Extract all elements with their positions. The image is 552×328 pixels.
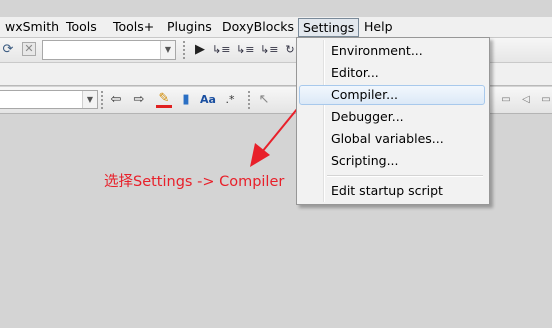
menu-item-environment[interactable]: Environment...: [299, 41, 485, 61]
menu-item-label: Editor...: [331, 65, 379, 80]
menu-plugins[interactable]: Plugins: [167, 19, 212, 34]
menu-separator: [327, 175, 483, 177]
menu-wxsmith[interactable]: wxSmith: [5, 19, 59, 34]
menu-bar: wxSmith Tools Tools+ Plugins DoxyBlocks …: [0, 17, 552, 38]
menu-item-global-variables[interactable]: Global variables...: [299, 129, 485, 149]
cursor-icon[interactable]: ↖: [256, 92, 272, 108]
panel-collapse-icon[interactable]: ◁: [518, 92, 534, 108]
menu-item-label: Compiler...: [331, 87, 399, 102]
run-icon[interactable]: ▶: [192, 42, 208, 58]
arrow-right-icon[interactable]: ⇨: [131, 92, 147, 108]
build-target-combo[interactable]: ▼: [42, 40, 176, 60]
menu-settings[interactable]: Settings: [298, 18, 360, 37]
match-case-icon[interactable]: Aa: [199, 92, 217, 108]
toolbar-grip[interactable]: [101, 91, 106, 109]
highlight-icon[interactable]: ✎: [156, 91, 172, 108]
debug-step-icon[interactable]: ↳≡: [212, 42, 230, 58]
menu-item-edit-startup-script[interactable]: Edit startup script: [299, 181, 485, 201]
menu-doxyblocks[interactable]: DoxyBlocks: [222, 19, 294, 34]
stop-icon[interactable]: ✕: [22, 42, 36, 56]
chevron-down-icon[interactable]: ▼: [160, 41, 175, 59]
regex-icon[interactable]: .*: [222, 92, 238, 108]
panel-icon[interactable]: ▭: [498, 92, 514, 108]
chevron-down-icon[interactable]: ▼: [82, 91, 97, 108]
menu-item-label: Environment...: [331, 43, 423, 58]
menu-item-editor[interactable]: Editor...: [299, 63, 485, 83]
refresh-icon[interactable]: ⟳: [0, 42, 16, 58]
menu-item-debugger[interactable]: Debugger...: [299, 107, 485, 127]
panel-more-icon[interactable]: ▭: [538, 92, 552, 108]
menu-tools[interactable]: Tools: [66, 19, 97, 34]
arrow-left-icon[interactable]: ⇦: [108, 92, 124, 108]
settings-menu: Environment... Editor... Compiler... Deb…: [296, 37, 490, 205]
menu-item-label: Edit startup script: [331, 183, 443, 198]
menu-item-compiler[interactable]: Compiler...: [299, 85, 485, 105]
search-combo[interactable]: ▼: [0, 90, 98, 109]
bookmark-icon[interactable]: ▮: [178, 92, 194, 108]
menu-tools-plus[interactable]: Tools+: [113, 19, 154, 34]
menu-item-label: Scripting...: [331, 153, 399, 168]
menu-help[interactable]: Help: [364, 19, 393, 34]
debug-step-into-icon[interactable]: ↳≡: [236, 42, 254, 58]
debug-step-out-icon[interactable]: ↳≡: [260, 42, 278, 58]
menu-item-scripting[interactable]: Scripting...: [299, 151, 485, 171]
annotation-label: 选择Settings -> Compiler: [104, 174, 285, 190]
menu-item-label: Global variables...: [331, 131, 444, 146]
toolbar-grip[interactable]: [183, 41, 188, 59]
toolbar-grip[interactable]: [248, 91, 253, 109]
menu-item-label: Debugger...: [331, 109, 404, 124]
